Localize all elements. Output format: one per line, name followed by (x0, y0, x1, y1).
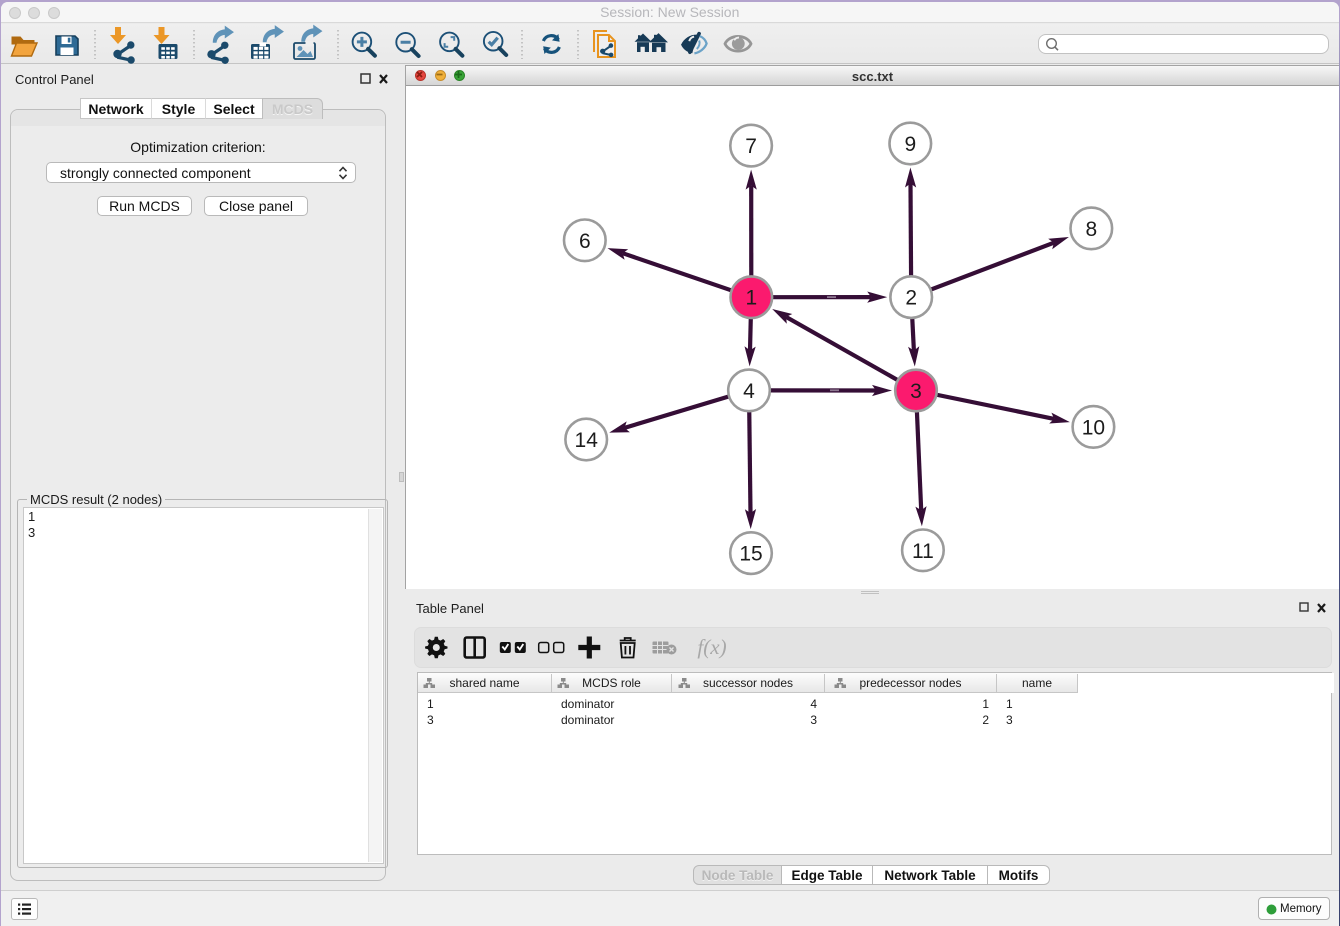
svg-text:6: 6 (579, 230, 591, 253)
svg-text:14: 14 (575, 429, 599, 452)
svg-text:3: 3 (910, 380, 922, 403)
svg-text:9: 9 (904, 133, 916, 156)
svg-text:8: 8 (1085, 218, 1097, 241)
svg-text:4: 4 (743, 380, 755, 403)
svg-text:7: 7 (745, 135, 757, 158)
svg-text:f(x): f(x) (697, 635, 726, 659)
svg-text:2: 2 (905, 287, 917, 310)
svg-text:1: 1 (745, 287, 757, 310)
svg-text:15: 15 (739, 543, 762, 566)
svg-text:11: 11 (912, 540, 934, 563)
svg-text:10: 10 (1082, 416, 1105, 439)
